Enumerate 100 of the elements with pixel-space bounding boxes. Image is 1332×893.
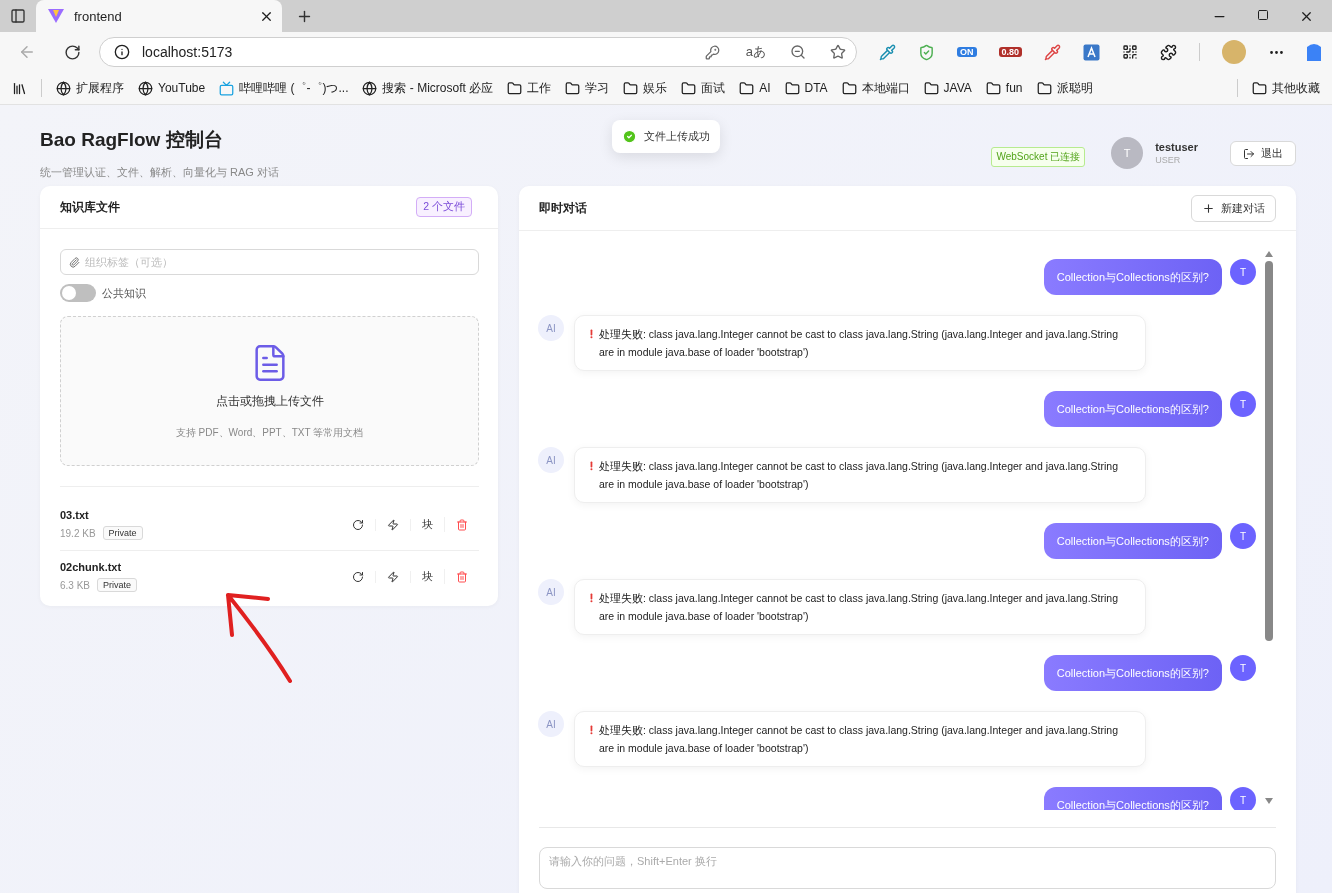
ai-avatar: AI — [538, 315, 564, 341]
folder-icon — [1252, 80, 1267, 96]
info-icon — [114, 44, 130, 60]
ai-message: 处理失败: class java.lang.Integer cannot be cast to class java.lang.String (java.lang.Integer and java.lang.String are in module java.base of loader 'bootstrap') — [574, 315, 1146, 371]
collections-icon[interactable] — [12, 80, 27, 96]
bookmark-link[interactable]: YouTube — [138, 80, 206, 96]
bookmark-link[interactable]: DTA — [784, 80, 828, 96]
upload-dropzone[interactable]: 点击或拖拽上传文件 支持 PDF、Word、PPT、TXT 等常用文档 — [60, 316, 479, 466]
file-size: 6.3 KB — [60, 579, 91, 591]
ai-avatar: AI — [538, 711, 564, 737]
bookmark-link[interactable]: 工作 — [507, 79, 552, 97]
lightning-icon — [387, 570, 399, 583]
triangle-icon — [48, 9, 64, 23]
chunk-button[interactable]: 块 — [411, 569, 445, 584]
success-toast: 文件上传成功 — [612, 120, 720, 153]
bookmark-link[interactable]: AI — [739, 80, 771, 96]
file-size: 19.2 KB — [60, 527, 96, 539]
user-avatar: T — [1230, 259, 1256, 285]
bookmark-link[interactable]: 学习 — [565, 79, 610, 97]
upload-title: 点击或拖拽上传文件 — [215, 392, 324, 410]
bookmark-link[interactable]: 哔哩哔哩 (゜-゜)つ... — [219, 79, 349, 97]
exclamation-icon — [590, 460, 593, 472]
reload-icon — [352, 518, 364, 531]
trash-icon — [456, 570, 468, 583]
user-avatar: T — [1230, 655, 1256, 681]
scroll-up-icon[interactable] — [1265, 251, 1273, 257]
upload-hint: 支持 PDF、Word、PPT、TXT 等常用文档 — [175, 425, 364, 440]
folder-icon — [923, 80, 939, 96]
exclamation-icon — [590, 592, 593, 604]
browser-tab[interactable]: frontend — [36, 0, 282, 32]
exclamation-icon — [590, 328, 593, 340]
card-title: 即时对话 — [539, 199, 587, 217]
read-aloud-glyph[interactable]: aあ — [745, 43, 766, 61]
ai-avatar: AI — [538, 447, 564, 473]
bookmark-link[interactable]: 本地端口 — [841, 79, 910, 97]
shield-icon[interactable] — [918, 43, 935, 61]
file-name: 03.txt — [60, 509, 90, 521]
bookmark-link[interactable]: fun — [985, 80, 1023, 96]
bookmark-link[interactable]: 其他收藏 — [1252, 79, 1320, 97]
trash-icon — [456, 518, 468, 531]
font-icon[interactable] — [1083, 43, 1101, 61]
bookmark-link[interactable]: 搜索 - Microsoft 必应 — [362, 79, 494, 97]
qr-icon[interactable] — [1122, 44, 1139, 60]
file-count: 2 个文件 — [416, 197, 472, 217]
public-toggle[interactable] — [60, 284, 96, 302]
page-title: Bao RagFlow 控制台 — [40, 128, 223, 152]
bookmark-link[interactable]: 面试 — [681, 79, 726, 97]
scroll-down-icon[interactable] — [1265, 798, 1273, 804]
plus-icon — [1202, 201, 1215, 215]
bookmark-link[interactable]: 派聪明 — [1036, 79, 1093, 97]
folder-icon — [565, 80, 581, 96]
ai-message: 处理失败: class java.lang.Integer cannot be cast to class java.lang.String (java.lang.Integer and java.lang.String are in module java.base of loader 'bootstrap') — [574, 447, 1146, 503]
ai-avatar: AI — [538, 579, 564, 605]
ai-message: 处理失败: class java.lang.Integer cannot be cast to class java.lang.String (java.lang.Integer and java.lang.String are in module java.base of loader 'bootstrap') — [574, 711, 1146, 767]
logout-icon — [1243, 147, 1255, 160]
user-message: Collection与Collections的区别? — [1043, 655, 1222, 691]
check-icon — [622, 129, 637, 144]
folder-icon — [841, 80, 857, 96]
bookmark-link[interactable]: 扩展程序 — [56, 79, 124, 97]
visibility-tag: Private — [102, 526, 143, 540]
globe-icon — [138, 80, 153, 96]
extension-badge[interactable]: 0.80 — [998, 47, 1023, 57]
zoom-out-icon[interactable] — [790, 44, 806, 60]
bookmark-link[interactable]: JAVA — [923, 80, 972, 96]
dropper-icon[interactable] — [1044, 43, 1062, 61]
page-subtitle: 统一管理认证、文件、解析、向量化与 RAG 对话 — [40, 165, 280, 180]
chunk-button[interactable]: 块 — [411, 517, 445, 532]
reload-icon — [352, 570, 364, 583]
connection-status: WebSocket 已连接 — [991, 147, 1086, 167]
logout-button[interactable]: 退出 — [1230, 141, 1296, 166]
globe-icon — [56, 80, 71, 96]
user-name: testuser — [1155, 141, 1198, 153]
folder-icon — [784, 80, 800, 96]
user-avatar: T — [1230, 391, 1256, 417]
address-bar[interactable]: localhost:5173 aあ — [99, 37, 857, 67]
folder-icon — [739, 80, 755, 96]
card-title: 知识库文件 — [60, 198, 120, 216]
key-icon[interactable] — [704, 44, 720, 60]
star-icon[interactable] — [830, 44, 846, 60]
toggle-label: 公共知识 — [102, 285, 146, 301]
folder-icon — [681, 80, 697, 96]
exclamation-icon — [590, 724, 593, 736]
extensions-icon[interactable] — [1160, 43, 1178, 61]
user-avatar: T — [1111, 137, 1144, 169]
url-text: localhost:5173 — [142, 44, 234, 60]
folder-icon — [507, 80, 523, 96]
user-message: Collection与Collections的区别? — [1043, 259, 1222, 295]
folder-icon — [623, 80, 639, 96]
new-chat-button[interactable]: 新建对话 — [1191, 194, 1276, 222]
user-avatar: T — [1230, 787, 1256, 810]
maximize-icon[interactable] — [1257, 8, 1269, 21]
user-message: Collection与Collections的区别? — [1043, 787, 1222, 810]
tv-icon — [219, 80, 235, 96]
user-avatar: T — [1230, 523, 1256, 549]
extension-badge[interactable]: ON — [957, 47, 977, 57]
bookmark-link[interactable]: 娱乐 — [623, 79, 668, 97]
folder-icon — [985, 80, 1001, 96]
question-input[interactable]: 请输入你的问题，Shift+Enter 换行 — [539, 847, 1276, 889]
file-name: 02chunk.txt — [60, 561, 123, 573]
lightning-icon — [387, 518, 399, 531]
